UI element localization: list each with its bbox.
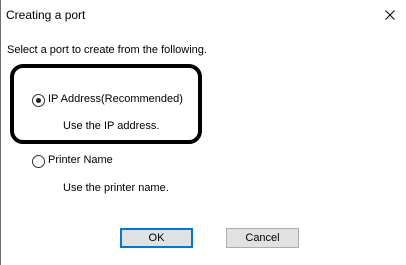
radio-button-unchecked[interactable] [32,155,45,168]
radio-button-checked[interactable] [32,94,45,107]
ip-address-radio[interactable]: IP Address(Recommended) [32,93,202,109]
window-title: Creating a port [6,8,86,22]
radio-checked-dot [36,98,41,103]
close-icon [385,10,395,20]
title-bar[interactable]: Creating a port [1,0,406,30]
instruction-text: Select a port to create from the followi… [7,44,207,56]
printer-name-radio[interactable]: Printer Name [32,154,152,170]
ip-address-description: Use the IP address. [63,120,160,132]
ip-address-label: IP Address(Recommended) [48,93,183,105]
create-port-dialog: Creating a port Select a port to create … [0,0,406,265]
close-button[interactable] [379,5,401,25]
printer-name-label: Printer Name [48,154,113,166]
window-border [0,0,1,265]
cancel-button[interactable]: Cancel [226,228,299,248]
ok-button[interactable]: OK [120,228,193,248]
printer-name-description: Use the printer name. [63,182,169,194]
